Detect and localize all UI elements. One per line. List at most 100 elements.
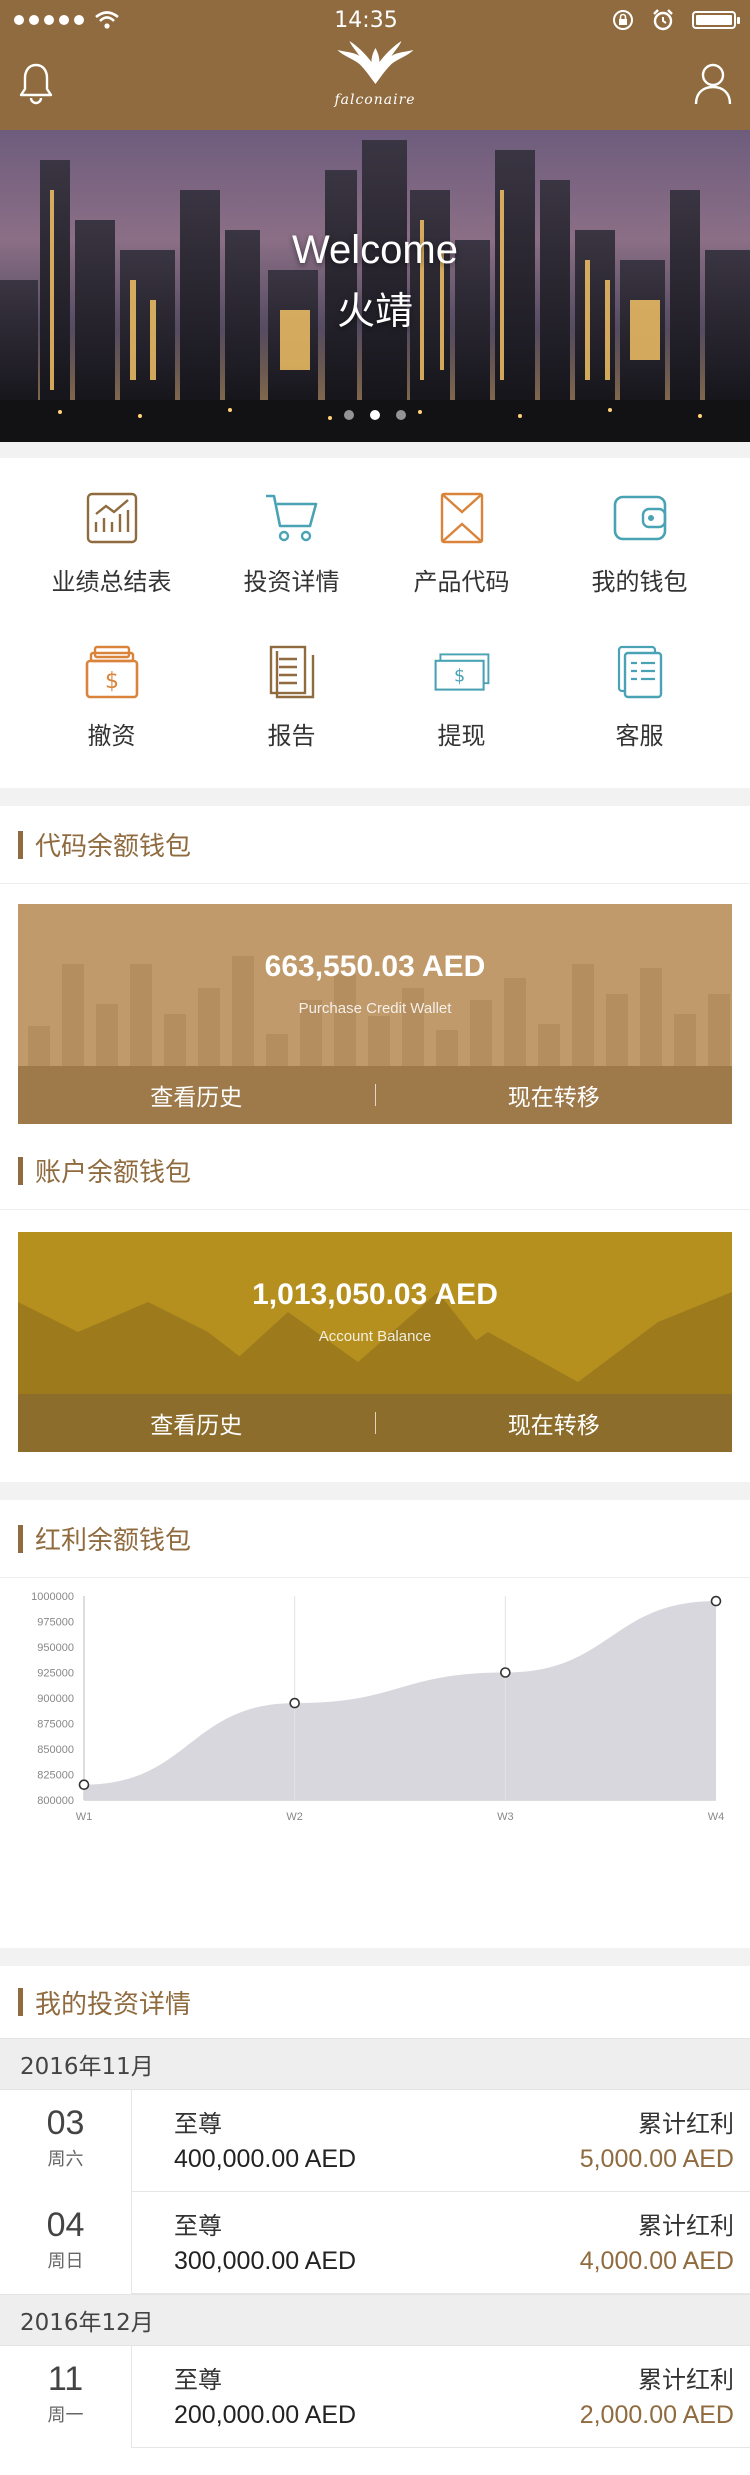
dividend-label: 累计红利	[638, 2366, 734, 2394]
dividend-wallet-section: 红利余额钱包 1000000 975000 950000 925000 900000 87…	[0, 1500, 750, 1948]
menu-item-label: 报告	[267, 722, 316, 750]
top-bar: 14:35 falconaire	[0, 0, 750, 130]
y-tick-label: 850000	[37, 1744, 74, 1756]
investment-weekday: 周日	[47, 2251, 84, 2272]
x-tick-label: W1	[76, 1811, 93, 1823]
wallet-actions: 查看历史 现在转移	[18, 1066, 732, 1124]
menu-item-withdraw-investment[interactable]: $ 撤资	[18, 644, 205, 751]
user-icon[interactable]	[694, 62, 732, 106]
bell-icon[interactable]	[18, 62, 54, 106]
menu-item-label: 我的钱包	[591, 568, 688, 596]
mountain-pattern-image	[18, 1292, 732, 1394]
menu-item-report[interactable]: 报告	[198, 644, 385, 751]
menu-item-performance-summary[interactable]: 业绩总结表	[18, 490, 205, 597]
falcon-logo-icon	[337, 41, 413, 84]
banner-pager[interactable]	[0, 410, 750, 420]
section-title: 我的投资详情	[35, 1989, 192, 2020]
data-point	[78, 1779, 90, 1790]
dividend-amount: 4,000.00 AED	[579, 2247, 734, 2275]
investment-row[interactable]: 03 周六 至尊 400,000.00 AED 累计红利 5,000.00 AE…	[0, 2090, 750, 2192]
data-point	[289, 1697, 300, 1709]
pager-dot[interactable]	[344, 410, 354, 420]
wallet-subtitle: Purchase Credit Wallet	[298, 1000, 452, 1017]
account-balance-wallet-card[interactable]: 1,013,050.03 AED Account Balance 查看历史 现在…	[18, 1232, 732, 1452]
menu-item-label: 投资详情	[243, 568, 340, 596]
investment-plan: 至尊	[174, 2366, 222, 2394]
section-header: 代码余额钱包	[0, 806, 750, 884]
cart-icon	[264, 490, 320, 546]
section-title: 账户余额钱包	[35, 1158, 192, 1188]
menu-item-customer-service[interactable]: 客服	[546, 644, 733, 751]
wallet-amount: 1,013,050.03 AED	[252, 1278, 498, 1311]
investment-date: 11 周一	[0, 2346, 132, 2448]
cash-box-icon: $	[84, 644, 140, 700]
section-title: 代码余额钱包	[35, 832, 192, 862]
bar-pattern-image	[28, 956, 730, 1066]
investment-plan: 至尊	[174, 2110, 222, 2138]
section-header: 账户余额钱包	[0, 1132, 750, 1210]
purchase-credit-wallet-card[interactable]: 663,550.03 AED Purchase Credit Wallet 查看…	[18, 904, 732, 1124]
section-title: 红利余额钱包	[35, 1526, 192, 1556]
battery-icon	[692, 11, 740, 29]
wifi-icon	[95, 11, 119, 29]
y-tick-label: 800000	[37, 1795, 74, 1807]
menu-item-label: 客服	[615, 722, 664, 750]
y-tick-label: 925000	[37, 1668, 74, 1680]
rotation-lock-icon	[613, 10, 633, 30]
dividend-label: 累计红利	[638, 2110, 734, 2138]
investment-amount: 300,000.00 AED	[174, 2247, 357, 2275]
investment-day: 11	[47, 2360, 84, 2398]
view-history-button[interactable]: 查看历史	[18, 1406, 375, 1440]
signal-icon	[14, 15, 84, 25]
month-header: 2016年11月	[0, 2038, 750, 2090]
dividend-chart: 1000000 975000 950000 925000 900000 875000 850…	[0, 1578, 750, 1848]
menu-item-cash-out[interactable]: $ 提现	[368, 644, 555, 751]
view-history-button[interactable]: 查看历史	[18, 1078, 375, 1112]
envelope-icon	[434, 490, 490, 546]
svg-text:$: $	[105, 669, 119, 694]
wallet-amount: 663,550.03 AED	[264, 950, 486, 983]
banknote-icon: $	[434, 644, 490, 700]
transfer-now-button[interactable]: 现在转移	[376, 1078, 733, 1112]
investment-weekday: 周一	[47, 2405, 84, 2426]
x-tick-label: W4	[708, 1811, 725, 1823]
dividend-amount: 5,000.00 AED	[579, 2145, 734, 2173]
pager-dot[interactable]	[396, 410, 406, 420]
investment-date: 04 周日	[0, 2192, 132, 2294]
investment-weekday: 周六	[47, 2149, 84, 2170]
menu-item-label: 业绩总结表	[51, 568, 172, 596]
nav-bar: falconaire	[0, 40, 750, 130]
brand-name: falconaire	[334, 92, 416, 108]
logo: falconaire	[334, 40, 415, 108]
status-bar: 14:35	[0, 0, 750, 40]
y-tick-label: 950000	[37, 1642, 74, 1654]
investment-row[interactable]: 04 周日 至尊 300,000.00 AED 累计红利 4,000.00 AE…	[0, 2192, 750, 2294]
y-tick-label: 875000	[37, 1719, 74, 1731]
area-series	[84, 1601, 716, 1800]
wallet-actions: 查看历史 现在转移	[18, 1394, 732, 1452]
dividend-area-chart: 1000000 975000 950000 925000 900000 875000 850…	[31, 1591, 725, 1823]
y-tick-label: 900000	[37, 1693, 74, 1705]
section-header: 红利余额钱包	[0, 1500, 750, 1578]
investment-row[interactable]: 11 周一 至尊 200,000.00 AED 累计红利 2,000.00 AE…	[0, 2346, 750, 2448]
menu-item-product-code[interactable]: 产品代码	[368, 490, 555, 597]
dividend-label: 累计红利	[638, 2212, 734, 2240]
pager-dot-active[interactable]	[370, 410, 380, 420]
section-header: 我的投资详情	[0, 1966, 750, 2038]
dividend-amount: 2,000.00 AED	[579, 2401, 734, 2429]
user-name: 火靖	[336, 289, 413, 333]
investment-plan: 至尊	[174, 2212, 222, 2240]
welcome-banner[interactable]: Welcome 火靖	[0, 130, 750, 442]
data-point	[710, 1595, 722, 1607]
transfer-now-button[interactable]: 现在转移	[376, 1406, 733, 1440]
menu-item-label: 产品代码	[413, 568, 510, 596]
chart-growth-icon	[84, 490, 140, 546]
menu-item-investment-details[interactable]: 投资详情	[198, 490, 385, 597]
menu-item-my-wallet[interactable]: 我的钱包	[546, 490, 733, 597]
menu-item-label: 提现	[437, 722, 486, 750]
menu-item-label: 撤资	[87, 722, 136, 750]
y-tick-label: 975000	[37, 1617, 74, 1629]
investment-date: 03 周六	[0, 2090, 132, 2192]
status-time: 14:35	[334, 7, 398, 33]
investment-day: 04	[46, 2206, 85, 2244]
